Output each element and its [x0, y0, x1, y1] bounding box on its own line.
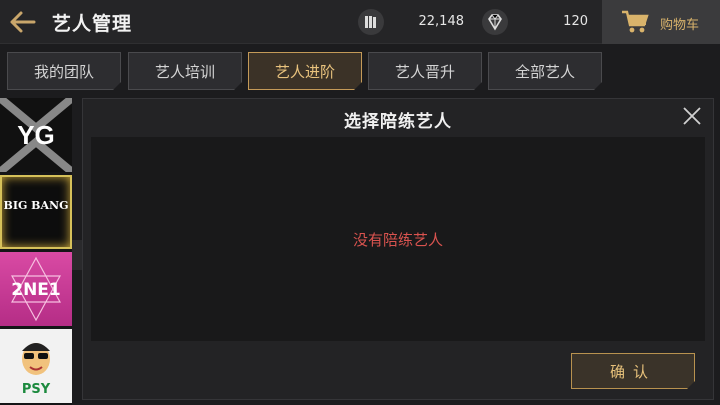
- dialog-title: 选择陪练艺人: [344, 112, 452, 132]
- artist-list-area: 没有陪练艺人: [91, 137, 705, 341]
- top-bar: 艺人管理 22,148 120 购物车: [0, 0, 720, 44]
- select-sparring-artist-dialog: 选择陪练艺人 没有陪练艺人 确认: [82, 98, 714, 400]
- close-icon[interactable]: [681, 105, 703, 127]
- svg-text:YG: YG: [17, 120, 55, 150]
- 2ne1-logo[interactable]: 2NE1: [0, 252, 72, 326]
- agency-sidebar: YG BIG BANG 2NE1 PSY: [0, 98, 72, 405]
- tab-bar: 我的团队 艺人培训 艺人进阶 艺人晋升 全部艺人: [0, 46, 720, 96]
- psy-logo[interactable]: PSY: [0, 329, 72, 403]
- diamond-icon: [482, 9, 508, 35]
- cart-label: 购物车: [660, 18, 700, 33]
- tab-artist-training[interactable]: 艺人培训: [128, 52, 242, 90]
- gem-count: 120: [563, 14, 588, 29]
- tab-artist-promotion[interactable]: 艺人晋升: [368, 52, 482, 90]
- 2ne1-label: 2NE1: [11, 280, 61, 300]
- yg-logo[interactable]: YG: [0, 98, 72, 172]
- confirm-button[interactable]: 确认: [571, 353, 695, 389]
- psy-label: PSY: [21, 382, 51, 397]
- cards-icon: [358, 9, 384, 35]
- shopping-cart-icon: [622, 10, 649, 33]
- back-arrow-icon[interactable]: [8, 8, 38, 36]
- page-title: 艺人管理: [52, 13, 133, 35]
- bigbang-logo[interactable]: BIG BANG: [0, 175, 72, 249]
- cards-count: 22,148: [418, 14, 465, 29]
- tab-artist-advance[interactable]: 艺人进阶: [248, 52, 362, 90]
- tab-my-team[interactable]: 我的团队: [7, 52, 121, 90]
- empty-message: 没有陪练艺人: [352, 231, 443, 249]
- bigbang-label: BIG BANG: [3, 199, 69, 212]
- tab-all-artists[interactable]: 全部艺人: [488, 52, 602, 90]
- cart-button[interactable]: 购物车: [602, 0, 720, 44]
